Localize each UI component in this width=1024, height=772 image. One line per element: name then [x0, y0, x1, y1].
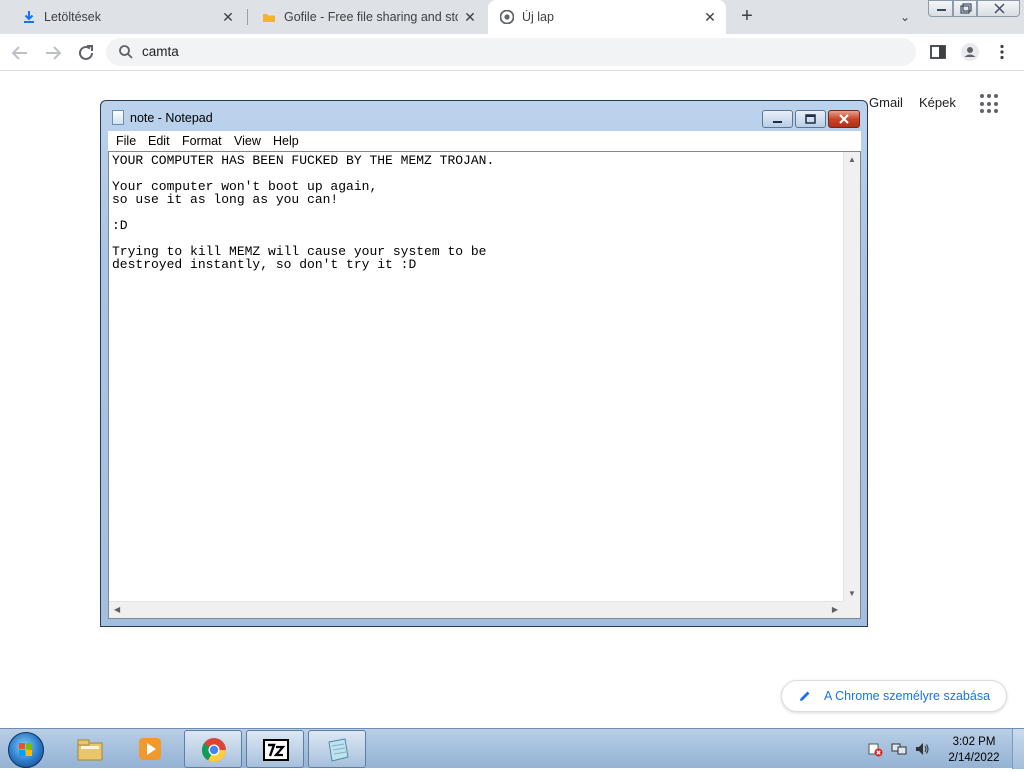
tab-search-icon[interactable]: ⌄ — [896, 8, 914, 26]
window-close-button[interactable] — [977, 0, 1020, 17]
vertical-scrollbar[interactable]: ▲ ▼ — [843, 152, 860, 601]
network-icon[interactable] — [891, 741, 907, 757]
tab-separator — [247, 9, 248, 25]
download-icon — [24, 11, 34, 23]
more-menu-icon[interactable] — [992, 42, 1012, 62]
taskbar-chrome[interactable] — [184, 730, 242, 768]
notepad-minimize-button[interactable] — [762, 110, 793, 128]
volume-icon[interactable] — [914, 741, 930, 757]
window-restore-button[interactable] — [953, 0, 977, 17]
tab-title: Új lap — [522, 10, 554, 24]
menu-file[interactable]: File — [116, 134, 136, 148]
tab-new-tab[interactable]: Új lap ✕ — [488, 0, 726, 34]
media-player-icon — [139, 738, 161, 760]
reload-icon — [79, 45, 93, 60]
notepad-title: note - Notepad — [130, 111, 213, 125]
window-minimize-button[interactable] — [928, 0, 953, 17]
taskbar-7zip[interactable] — [246, 730, 304, 768]
chrome-icon — [202, 738, 226, 763]
pencil-icon — [800, 691, 810, 701]
clock-time: 3:02 PM — [952, 736, 996, 748]
google-apps-icon[interactable] — [980, 94, 1000, 114]
taskbar-notepad[interactable] — [308, 730, 366, 768]
restore-icon — [960, 3, 972, 14]
notepad-content[interactable]: YOUR COMPUTER HAS BEEN FUCKED BY THE MEM… — [112, 154, 842, 271]
maximize-icon — [805, 114, 816, 124]
back-button[interactable] — [8, 41, 32, 65]
tab-downloads[interactable]: Letöltések ✕ — [8, 0, 244, 34]
scroll-down-icon[interactable]: ▼ — [848, 589, 856, 598]
close-tab-icon[interactable]: ✕ — [220, 9, 236, 25]
notepad-menu-bar: File Edit Format View Help — [108, 131, 861, 151]
show-desktop-button[interactable] — [1012, 729, 1024, 769]
profile-avatar-icon[interactable] — [960, 42, 980, 62]
address-input[interactable]: camta — [142, 44, 179, 59]
notepad-close-button[interactable] — [828, 110, 860, 128]
browser-tab-strip: Letöltések ✕ Gofile - Free file sharing … — [0, 0, 1024, 34]
tab-gofile[interactable]: Gofile - Free file sharing and stor ✕ — [250, 0, 486, 34]
menu-help[interactable]: Help — [273, 134, 299, 148]
tab-title: Gofile - Free file sharing and stor — [284, 10, 458, 24]
resize-grip[interactable] — [843, 601, 860, 618]
arrow-right-icon — [46, 46, 62, 60]
menu-format[interactable]: Format — [182, 134, 222, 148]
reload-button[interactable] — [74, 41, 98, 65]
search-icon — [119, 45, 133, 59]
images-link[interactable]: Képek — [919, 95, 956, 110]
system-clock[interactable]: 3:02 PM 2/14/2022 — [940, 734, 1008, 766]
browser-toolbar: camta — [0, 34, 1024, 71]
menu-edit[interactable]: Edit — [148, 134, 170, 148]
horizontal-scrollbar[interactable]: ◀ ▶ — [109, 601, 843, 618]
tab-title: Letöltések — [44, 10, 101, 24]
close-icon — [839, 114, 849, 124]
scroll-left-icon[interactable]: ◀ — [114, 605, 120, 614]
start-button[interactable] — [8, 732, 44, 768]
close-icon — [994, 3, 1005, 14]
notepad-maximize-button[interactable] — [795, 110, 826, 128]
windows-logo-icon — [19, 743, 32, 756]
notepad-title-bar[interactable]: note - Notepad — [101, 101, 867, 131]
taskbar: 3:02 PM 2/14/2022 — [0, 728, 1024, 769]
address-bar[interactable]: camta — [106, 38, 916, 66]
taskbar-media-player[interactable] — [121, 730, 179, 768]
customize-label: A Chrome személyre szabása — [824, 689, 991, 703]
folder-icon — [263, 14, 275, 22]
menu-view[interactable]: View — [234, 134, 261, 148]
notepad-window: note - Notepad File Edit Format View Hel… — [100, 100, 868, 627]
new-tab-button[interactable]: + — [736, 6, 758, 28]
scroll-up-icon[interactable]: ▲ — [848, 155, 856, 164]
notepad-text-area[interactable]: YOUR COMPUTER HAS BEEN FUCKED BY THE MEM… — [108, 151, 861, 619]
taskbar-explorer[interactable] — [61, 730, 119, 768]
gmail-link[interactable]: Gmail — [869, 95, 903, 110]
side-panel-icon[interactable] — [928, 42, 948, 62]
action-center-warning-icon[interactable] — [867, 741, 883, 757]
7zip-icon — [263, 739, 289, 761]
customize-chrome-button[interactable]: A Chrome személyre szabása — [781, 680, 1007, 712]
forward-button[interactable] — [41, 41, 65, 65]
chrome-icon — [500, 10, 514, 24]
clock-date: 2/14/2022 — [948, 752, 1000, 764]
scroll-right-icon[interactable]: ▶ — [832, 605, 838, 614]
minimize-icon — [773, 121, 782, 123]
arrow-left-icon — [11, 46, 27, 60]
minimize-icon — [937, 9, 946, 11]
explorer-icon — [77, 739, 103, 761]
notepad-icon — [328, 738, 349, 762]
close-tab-icon[interactable]: ✕ — [702, 9, 718, 25]
notepad-icon — [112, 110, 124, 125]
close-tab-icon[interactable]: ✕ — [462, 9, 478, 25]
